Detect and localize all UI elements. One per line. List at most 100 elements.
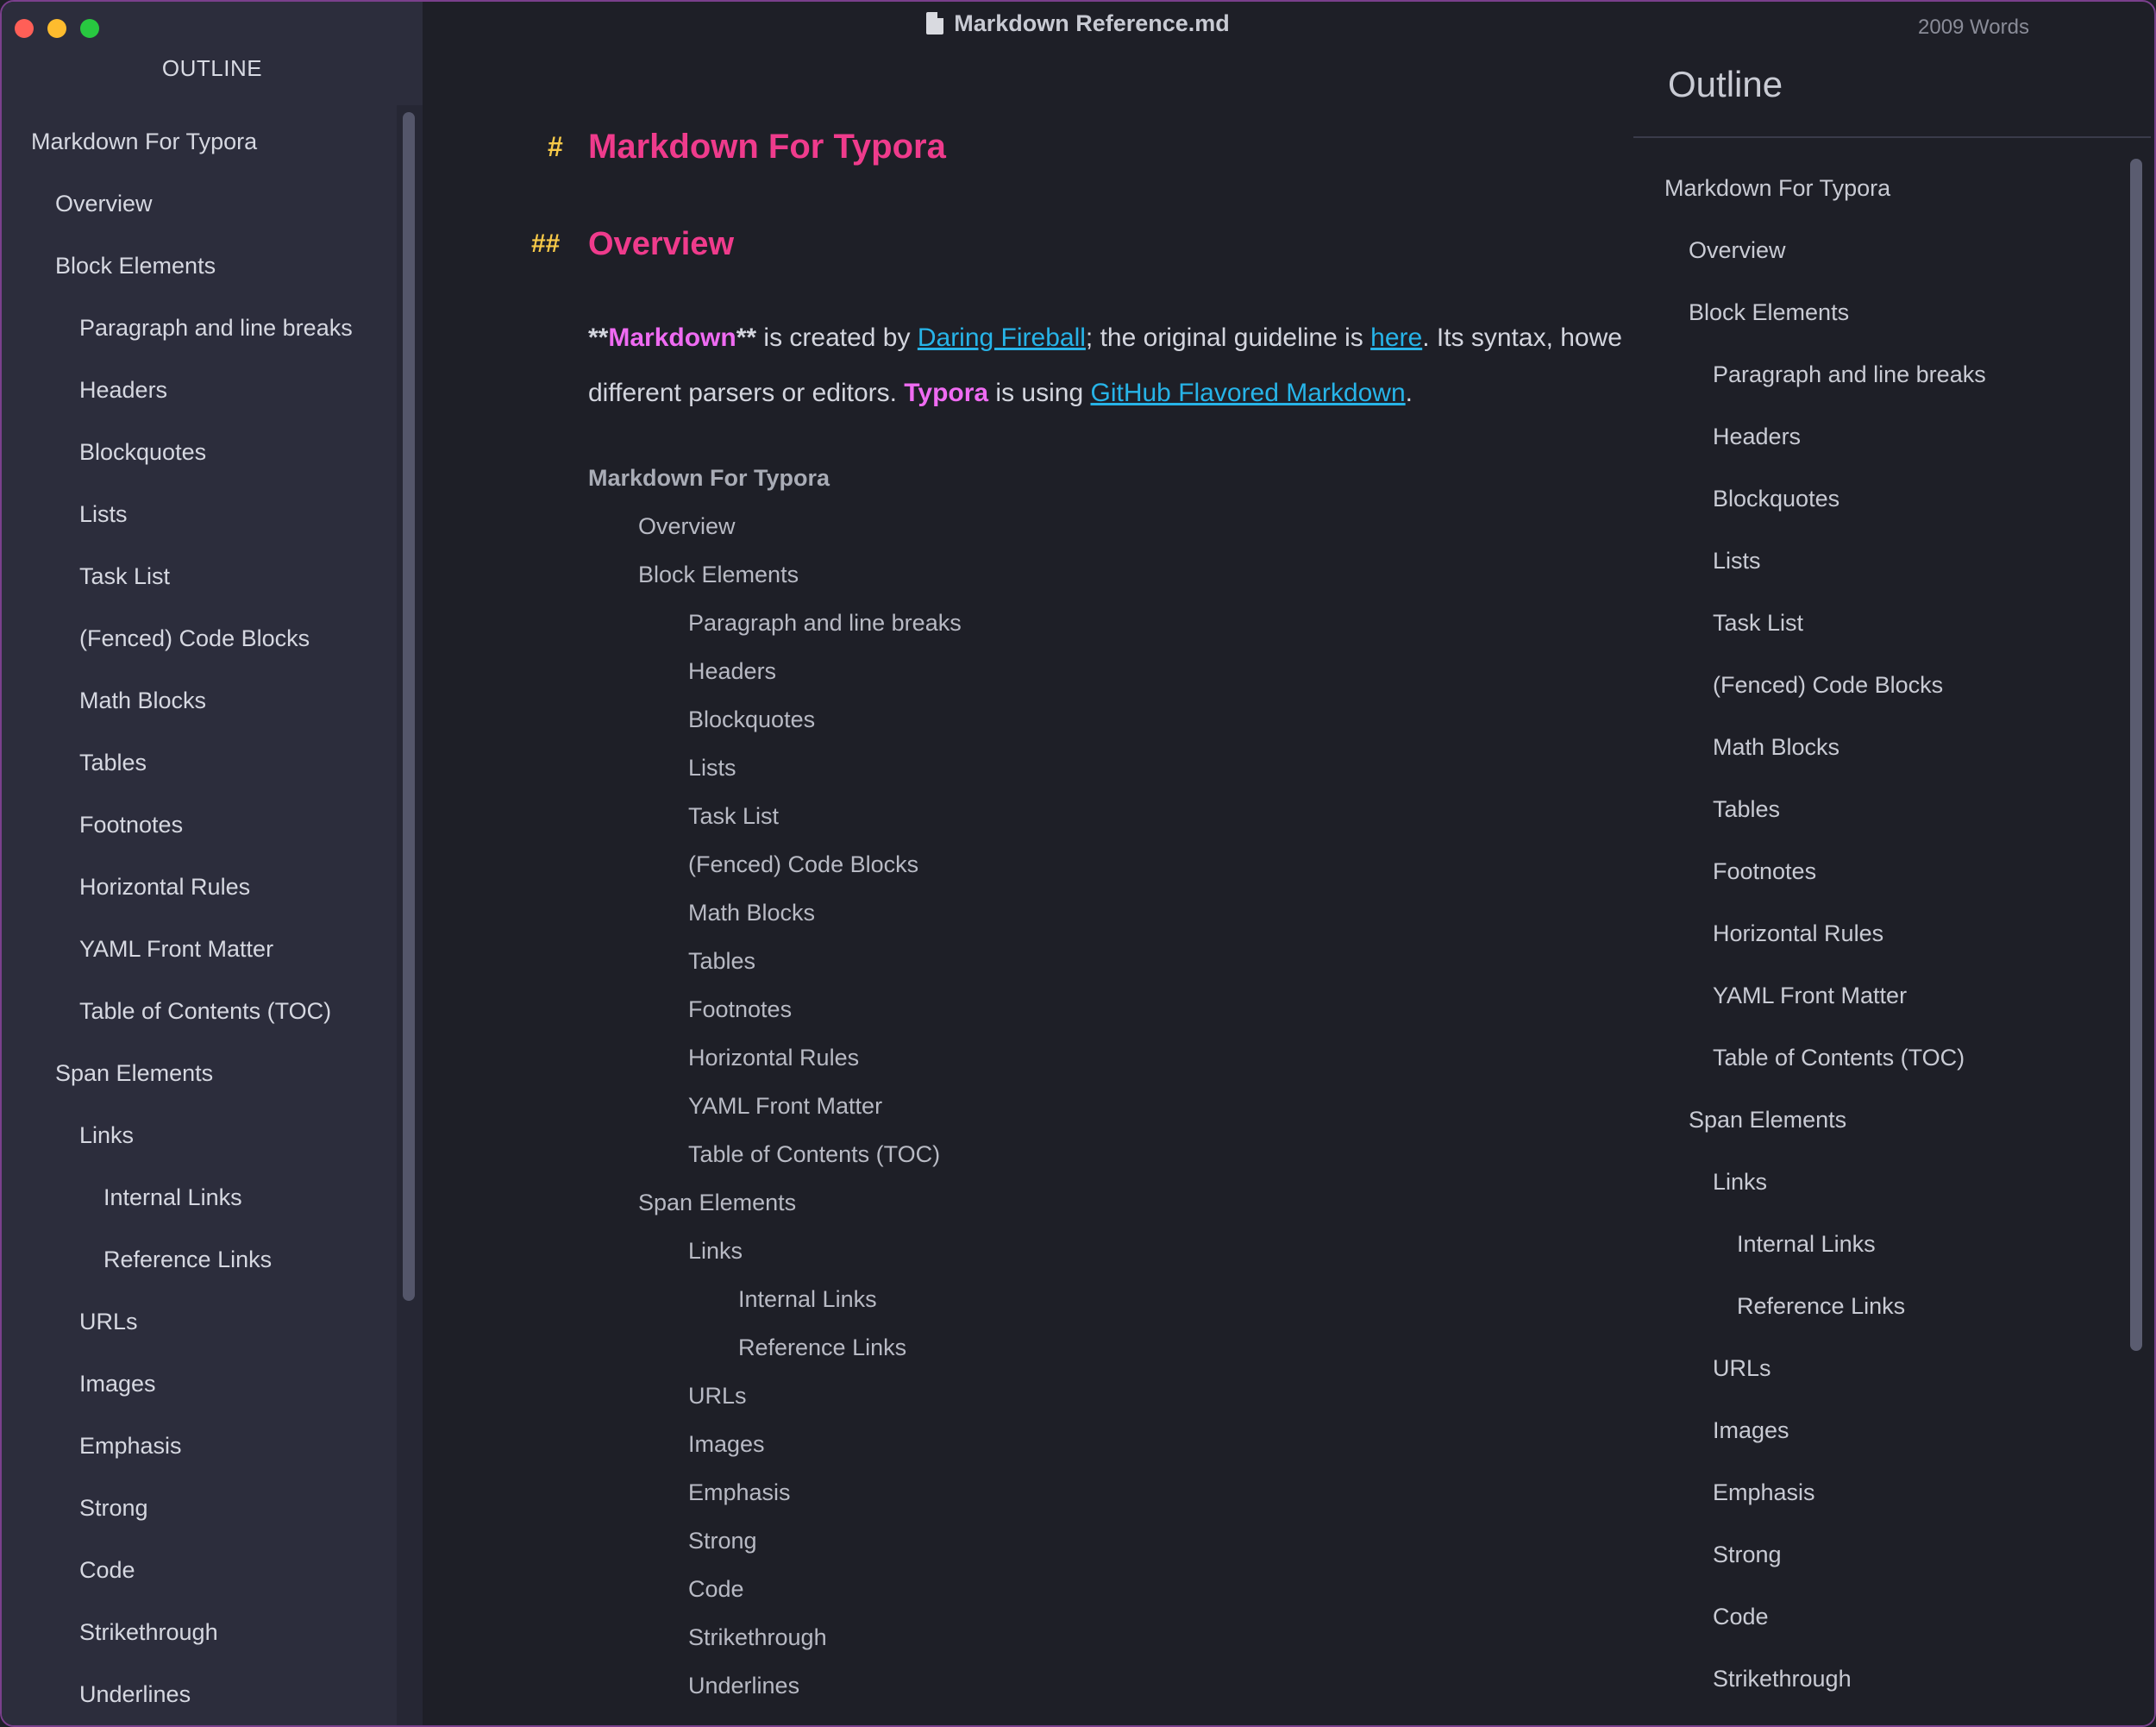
guideline-link[interactable]: here xyxy=(1370,323,1422,352)
toc-link-strong[interactable]: Strong xyxy=(588,1517,1451,1565)
sidebar-item-horizontal-rules[interactable]: Horizontal Rules xyxy=(2,856,397,918)
toc-link-task-list[interactable]: Task List xyxy=(588,792,1451,840)
outline-item-fenced-code-blocks[interactable]: (Fenced) Code Blocks xyxy=(1633,654,2125,716)
sidebar-item-links[interactable]: Links xyxy=(2,1104,397,1166)
outline-item-strong[interactable]: Strong xyxy=(1633,1523,2125,1586)
outline-item-code[interactable]: Code xyxy=(1633,1586,2125,1648)
sidebar-item-markdown-for-typora[interactable]: Markdown For Typora xyxy=(2,110,397,173)
outline-item-headers[interactable]: Headers xyxy=(1633,405,2125,468)
markdown-file-icon xyxy=(926,12,944,35)
outline-item-tables[interactable]: Tables xyxy=(1633,778,2125,840)
h2-marker: ## xyxy=(531,229,561,258)
outline-item-emphasis[interactable]: Emphasis xyxy=(1633,1461,2125,1523)
sidebar-item-overview[interactable]: Overview xyxy=(2,173,397,235)
sidebar-item-math-blocks[interactable]: Math Blocks xyxy=(2,669,397,732)
paragraph-text: different parsers or editors. xyxy=(588,379,905,407)
outline-item-markdown-for-typora[interactable]: Markdown For Typora xyxy=(1633,157,2125,219)
toc-link-horizontal-rules[interactable]: Horizontal Rules xyxy=(588,1033,1451,1082)
toc-link-code[interactable]: Code xyxy=(588,1565,1451,1613)
paragraph-text: . Its syntax, howe xyxy=(1422,323,1622,352)
overview-paragraph[interactable]: **Markdown** is created by Daring Fireba… xyxy=(588,311,1633,421)
toc-link-tables[interactable]: Tables xyxy=(588,937,1451,985)
outline-item-paragraph-and-line-breaks[interactable]: Paragraph and line breaks xyxy=(1633,343,2125,405)
sidebar-item-strong[interactable]: Strong xyxy=(2,1477,397,1539)
sidebar-item-emphasis[interactable]: Emphasis xyxy=(2,1415,397,1477)
toc-link-internal-links[interactable]: Internal Links xyxy=(588,1275,1451,1323)
toc-link-span-elements[interactable]: Span Elements xyxy=(588,1178,1451,1227)
outline-item-horizontal-rules[interactable]: Horizontal Rules xyxy=(1633,902,2125,964)
heading-1[interactable]: Markdown For Typora xyxy=(588,128,946,166)
toc-link-markdown-for-typora[interactable]: Markdown For Typora xyxy=(588,454,1451,502)
sidebar-item-tables[interactable]: Tables xyxy=(2,732,397,794)
gfm-link[interactable]: GitHub Flavored Markdown xyxy=(1090,379,1405,407)
outline-item-internal-links[interactable]: Internal Links xyxy=(1633,1213,2125,1275)
outline-item-overview[interactable]: Overview xyxy=(1633,219,2125,281)
toc-link-blockquotes[interactable]: Blockquotes xyxy=(588,695,1451,744)
sidebar-item-blockquotes[interactable]: Blockquotes xyxy=(2,421,397,483)
document-title-text: Markdown Reference.md xyxy=(954,10,1230,36)
toc-link-table-of-contents-toc[interactable]: Table of Contents (TOC) xyxy=(588,1130,1451,1178)
toc-link-headers[interactable]: Headers xyxy=(588,647,1451,695)
heading-2[interactable]: Overview xyxy=(588,226,734,263)
daring-fireball-link[interactable]: Daring Fireball xyxy=(918,323,1086,352)
editor[interactable]: # Markdown For Typora ## Overview **Mark… xyxy=(423,52,1633,1725)
sidebar-item-task-list[interactable]: Task List xyxy=(2,545,397,607)
sidebar-item-block-elements[interactable]: Block Elements xyxy=(2,235,397,297)
sidebar-item-urls[interactable]: URLs xyxy=(2,1291,397,1353)
title-bar: Markdown Reference.md 2009 Words xyxy=(423,2,2154,52)
toc-link-links[interactable]: Links xyxy=(588,1227,1451,1275)
sidebar-item-span-elements[interactable]: Span Elements xyxy=(2,1042,397,1104)
toc-link-yaml-front-matter[interactable]: YAML Front Matter xyxy=(588,1082,1451,1130)
outline-item-yaml-front-matter[interactable]: YAML Front Matter xyxy=(1633,964,2125,1027)
toc-link-lists[interactable]: Lists xyxy=(588,744,1451,792)
toc-link-strikethrough[interactable]: Strikethrough xyxy=(588,1613,1451,1661)
sidebar-item-footnotes[interactable]: Footnotes xyxy=(2,794,397,856)
sidebar-item-reference-links[interactable]: Reference Links xyxy=(2,1228,397,1291)
outline-item-urls[interactable]: URLs xyxy=(1633,1337,2125,1399)
sidebar-scrollbar-thumb[interactable] xyxy=(403,112,415,1301)
outline-scrollbar-thumb[interactable] xyxy=(2130,159,2142,1351)
sidebar-item-strikethrough[interactable]: Strikethrough xyxy=(2,1601,397,1663)
toc-link-footnotes[interactable]: Footnotes xyxy=(588,985,1451,1033)
sidebar-item-images[interactable]: Images xyxy=(2,1353,397,1415)
outline-item-strikethrough[interactable]: Strikethrough xyxy=(1633,1648,2125,1710)
toc-link-block-elements[interactable]: Block Elements xyxy=(588,550,1451,599)
outline-item-lists[interactable]: Lists xyxy=(1633,530,2125,592)
paragraph-text: . xyxy=(1405,379,1413,407)
sidebar-item-code[interactable]: Code xyxy=(2,1539,397,1601)
outline-item-blockquotes[interactable]: Blockquotes xyxy=(1633,468,2125,530)
outline-item-links[interactable]: Links xyxy=(1633,1151,2125,1213)
sidebar-item-internal-links[interactable]: Internal Links xyxy=(2,1166,397,1228)
sidebar-item-yaml-front-matter[interactable]: YAML Front Matter xyxy=(2,918,397,980)
toc-link-overview[interactable]: Overview xyxy=(588,502,1451,550)
outline-item-block-elements[interactable]: Block Elements xyxy=(1633,281,2125,343)
outline-item-images[interactable]: Images xyxy=(1633,1399,2125,1461)
sidebar-item-paragraph-and-line-breaks[interactable]: Paragraph and line breaks xyxy=(2,297,397,359)
toc-link-paragraph-and-line-breaks[interactable]: Paragraph and line breaks xyxy=(588,599,1451,647)
toc-link-fenced-code-blocks[interactable]: (Fenced) Code Blocks xyxy=(588,840,1451,889)
outline-item-task-list[interactable]: Task List xyxy=(1633,592,2125,654)
outline-item-table-of-contents-toc[interactable]: Table of Contents (TOC) xyxy=(1633,1027,2125,1089)
sidebar-item-table-of-contents-toc[interactable]: Table of Contents (TOC) xyxy=(2,980,397,1042)
close-button-icon[interactable] xyxy=(15,19,34,38)
sidebar-item-underlines[interactable]: Underlines xyxy=(2,1663,397,1725)
outline-item-math-blocks[interactable]: Math Blocks xyxy=(1633,716,2125,778)
sidebar-item-headers[interactable]: Headers xyxy=(2,359,397,421)
toc-link-urls[interactable]: URLs xyxy=(588,1372,1451,1420)
bold-text: Markdown xyxy=(608,323,736,352)
toc-link-math-blocks[interactable]: Math Blocks xyxy=(588,889,1451,937)
sidebar-item-lists[interactable]: Lists xyxy=(2,483,397,545)
minimize-button-icon[interactable] xyxy=(47,19,66,38)
outline-item-span-elements[interactable]: Span Elements xyxy=(1633,1089,2125,1151)
toc-link-emphasis[interactable]: Emphasis xyxy=(588,1468,1451,1517)
sidebar-item-fenced-code-blocks[interactable]: (Fenced) Code Blocks xyxy=(2,607,397,669)
toc-link-underlines[interactable]: Underlines xyxy=(588,1661,1451,1710)
zoom-button-icon[interactable] xyxy=(80,19,99,38)
paragraph-text: is using xyxy=(988,379,1091,407)
window-controls xyxy=(15,19,99,38)
toc-link-images[interactable]: Images xyxy=(588,1420,1451,1468)
outline-item-reference-links[interactable]: Reference Links xyxy=(1633,1275,2125,1337)
word-count[interactable]: 2009 Words xyxy=(1918,16,2029,40)
outline-item-footnotes[interactable]: Footnotes xyxy=(1633,840,2125,902)
toc-link-reference-links[interactable]: Reference Links xyxy=(588,1323,1451,1372)
